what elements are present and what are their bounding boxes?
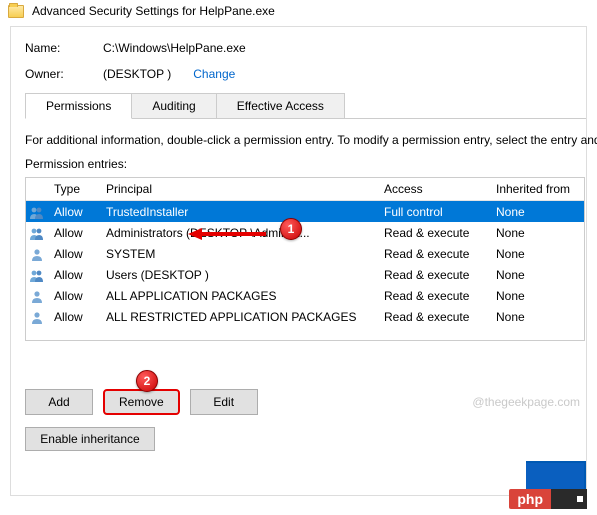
table-row[interactable]: AllowUsers (DESKTOP )Read & executeNone: [26, 264, 584, 285]
cell-principal: TrustedInstaller: [100, 203, 378, 221]
php-label: php: [509, 489, 551, 509]
principal-icon: [26, 267, 48, 283]
col-access[interactable]: Access: [378, 178, 490, 200]
principal-icon: [26, 309, 48, 325]
change-owner-link[interactable]: Change: [193, 67, 235, 81]
table-row[interactable]: AllowALL APPLICATION PACKAGESRead & exec…: [26, 285, 584, 306]
cell-type: Allow: [48, 266, 100, 284]
cell-type: Allow: [48, 287, 100, 305]
cell-access: Read & execute: [378, 308, 490, 326]
principal-icon: [26, 204, 48, 220]
name-value: C:\Windows\HelpPane.exe: [103, 41, 246, 55]
remove-button[interactable]: Remove: [103, 389, 180, 415]
cell-type: Allow: [48, 203, 100, 221]
callout-1: 1: [280, 218, 302, 240]
dialog-content: Name: C:\Windows\HelpPane.exe Owner: (DE…: [10, 26, 587, 496]
cell-inherited: None: [490, 266, 582, 284]
owner-row: Owner: (DESKTOP ) Change: [25, 67, 586, 81]
cell-access: Read & execute: [378, 287, 490, 305]
principal-icon: [26, 288, 48, 304]
table-row[interactable]: AllowSYSTEMRead & executeNone: [26, 243, 584, 264]
table-header[interactable]: Type Principal Access Inherited from: [26, 178, 584, 201]
enable-inheritance-button[interactable]: Enable inheritance: [25, 427, 155, 451]
cell-principal: ALL RESTRICTED APPLICATION PACKAGES: [100, 308, 378, 326]
cell-access: Read & execute: [378, 266, 490, 284]
table-row[interactable]: AllowAdministrators (DESKTOP \Administ..…: [26, 222, 584, 243]
col-type[interactable]: Type: [48, 178, 100, 200]
name-label: Name:: [25, 41, 103, 55]
tabs: Permissions Auditing Effective Access: [25, 93, 586, 119]
cell-principal: SYSTEM: [100, 245, 378, 263]
permissions-table: Type Principal Access Inherited from All…: [25, 177, 585, 341]
cell-type: Allow: [48, 224, 100, 242]
tab-auditing[interactable]: Auditing: [131, 93, 216, 118]
add-button[interactable]: Add: [25, 389, 93, 415]
info-text: For additional information, double-click…: [25, 133, 586, 147]
owner-value: (DESKTOP ): [103, 67, 171, 81]
table-row[interactable]: AllowALL RESTRICTED APPLICATION PACKAGES…: [26, 306, 584, 327]
entries-label: Permission entries:: [25, 157, 586, 171]
cell-inherited: None: [490, 287, 582, 305]
tab-permissions[interactable]: Permissions: [25, 93, 132, 119]
cell-inherited: None: [490, 308, 582, 326]
folder-icon: [8, 5, 24, 18]
principal-icon: [26, 225, 48, 241]
principal-icon: [26, 246, 48, 262]
table-row[interactable]: AllowTrustedInstallerFull controlNone: [26, 201, 584, 222]
col-inherited[interactable]: Inherited from: [490, 178, 582, 200]
php-icon: [551, 489, 587, 509]
cell-principal: Users (DESKTOP ): [100, 266, 378, 284]
tab-effective-access[interactable]: Effective Access: [216, 93, 345, 118]
window-title: Advanced Security Settings for HelpPane.…: [32, 4, 275, 18]
cell-access: Read & execute: [378, 224, 490, 242]
cell-inherited: None: [490, 245, 582, 263]
cell-principal: ALL APPLICATION PACKAGES: [100, 287, 378, 305]
cell-inherited: None: [490, 224, 582, 242]
edit-button[interactable]: Edit: [190, 389, 258, 415]
cell-type: Allow: [48, 308, 100, 326]
col-principal[interactable]: Principal: [100, 178, 378, 200]
cell-access: Full control: [378, 203, 490, 221]
watermark: @thegeekpage.com: [472, 395, 580, 409]
cell-inherited: None: [490, 203, 582, 221]
cell-access: Read & execute: [378, 245, 490, 263]
callout-2: 2: [136, 370, 158, 392]
name-row: Name: C:\Windows\HelpPane.exe: [25, 41, 586, 55]
owner-label: Owner:: [25, 67, 103, 81]
php-tag: php: [509, 489, 587, 509]
window-titlebar: Advanced Security Settings for HelpPane.…: [0, 0, 597, 26]
cell-type: Allow: [48, 245, 100, 263]
cell-principal: Administrators (DESKTOP \Administ...: [100, 224, 378, 242]
